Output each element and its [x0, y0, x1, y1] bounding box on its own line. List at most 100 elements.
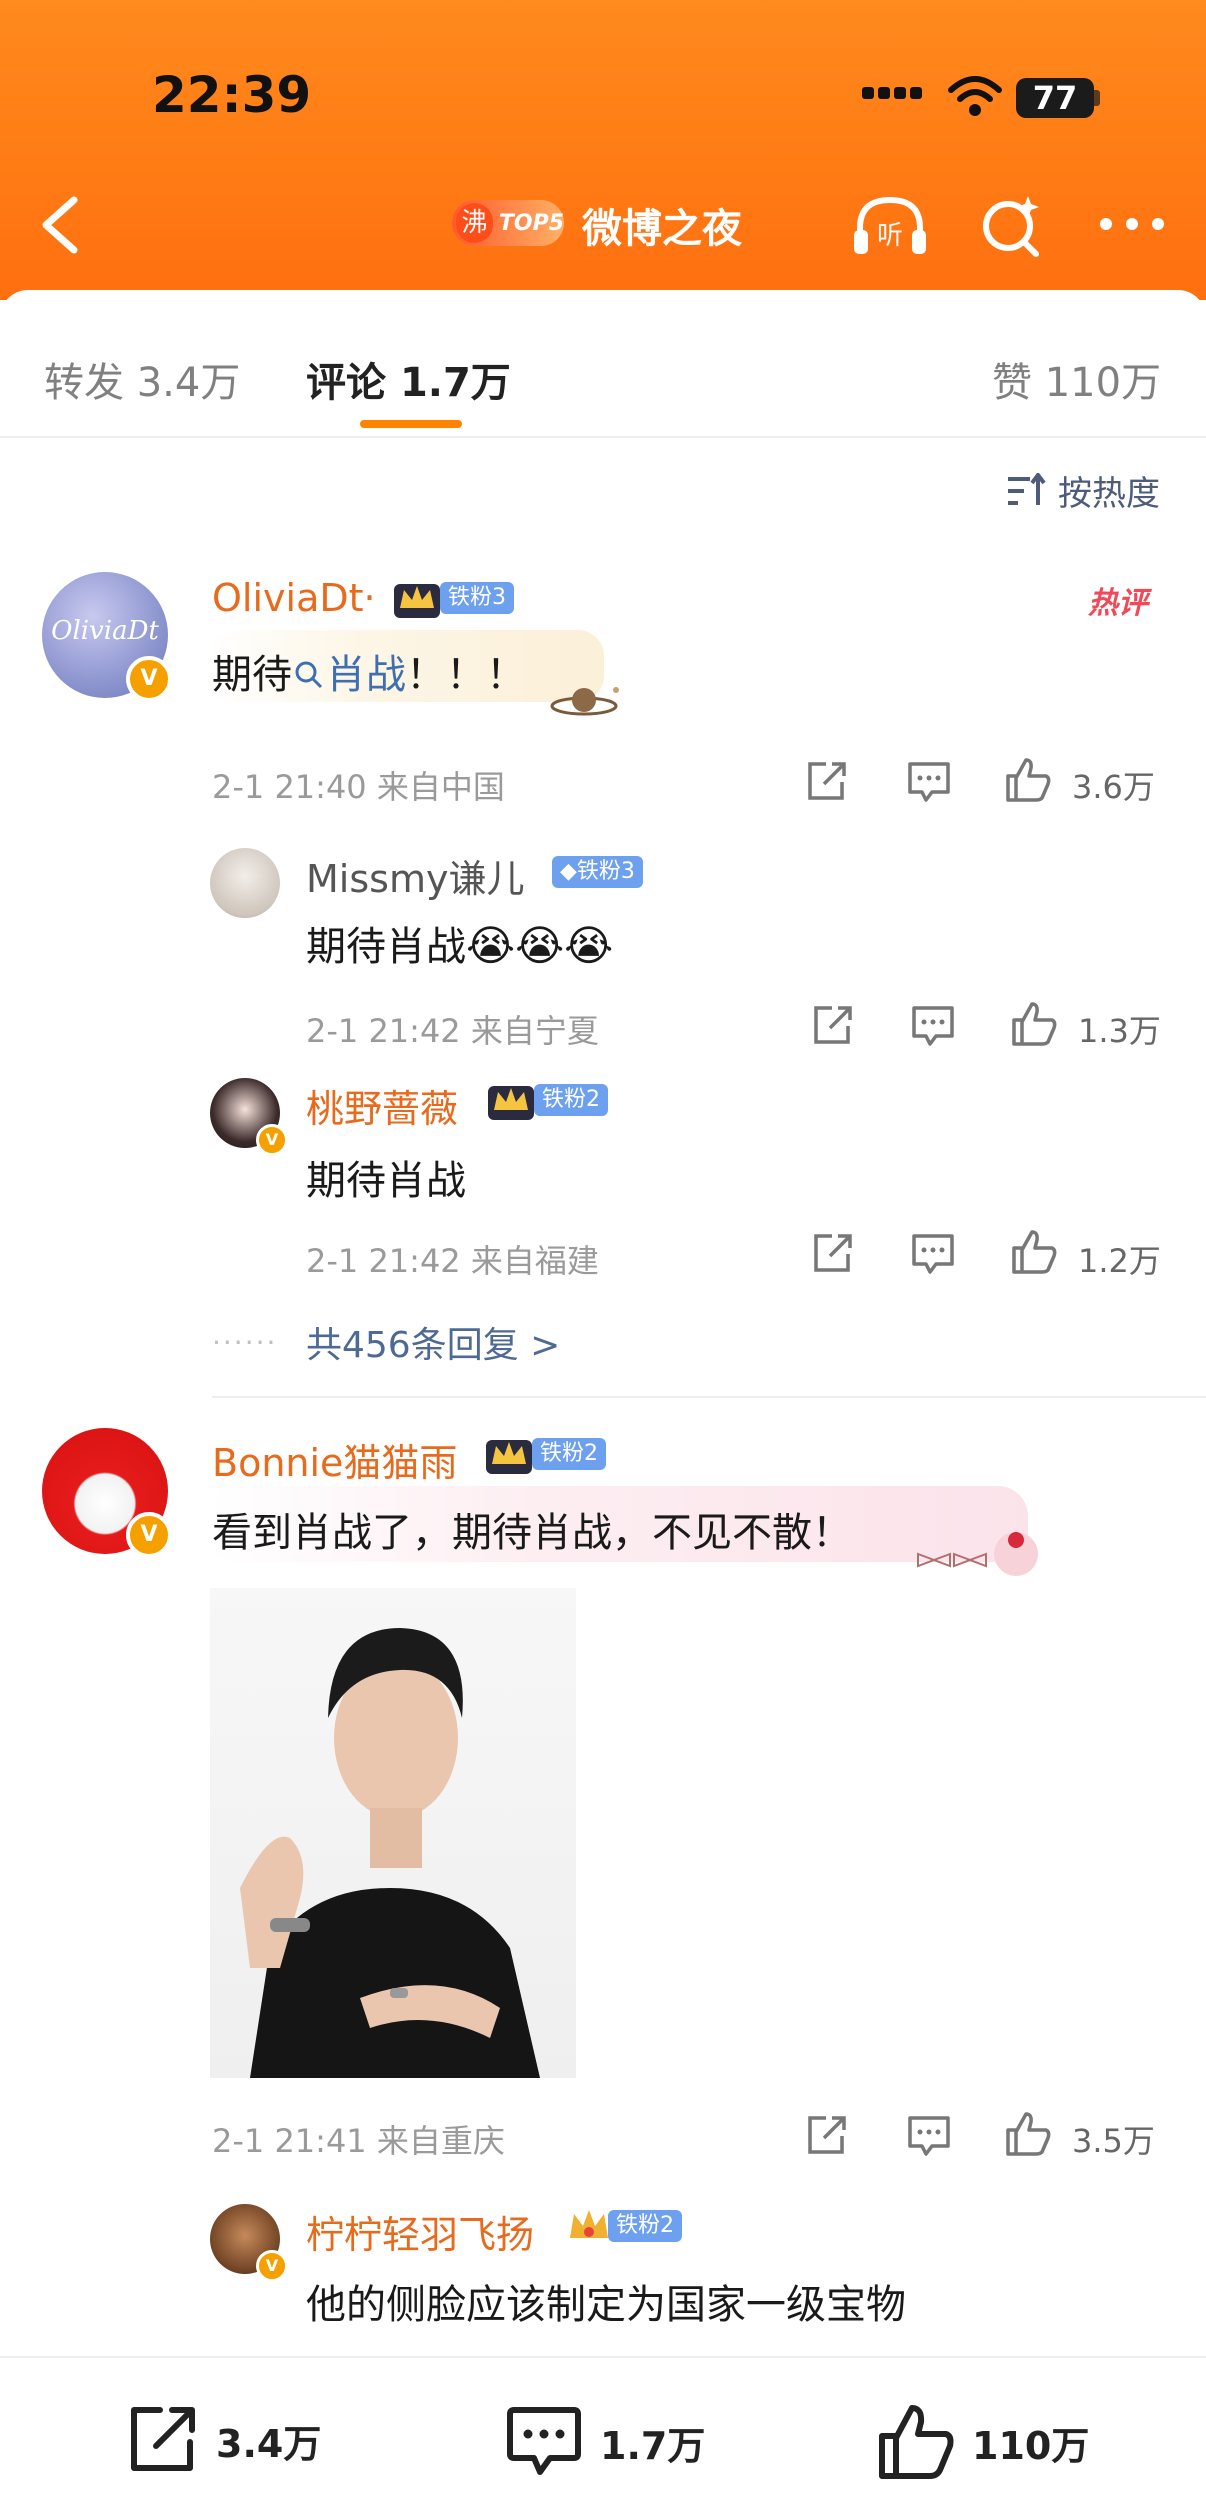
share-icon[interactable]: [804, 760, 848, 804]
view-all-replies-link[interactable]: 共456条回复 >: [306, 1316, 560, 1368]
bottom-like-button[interactable]: 110万: [876, 2402, 1089, 2482]
tab-bar: 转发 3.4万 评论 1.7万 赞 110万: [0, 330, 1206, 440]
fan-badge: 铁粉2: [532, 1438, 606, 1470]
comment-icon[interactable]: [906, 2114, 952, 2158]
reply-text: 期待肖战😭😭😭: [306, 914, 613, 972]
svg-text:听: 听: [877, 221, 903, 251]
comment-username[interactable]: Bonnie猫猫雨: [212, 1432, 457, 1487]
share-icon[interactable]: [810, 1004, 854, 1048]
share-icon[interactable]: [804, 2114, 848, 2158]
verified-badge-icon: V: [126, 1512, 172, 1558]
like-count: 1.2万: [1078, 1242, 1161, 1280]
listen-icon[interactable]: 听: [848, 192, 932, 262]
tab-comments[interactable]: 评论 1.7万: [306, 350, 511, 408]
like-icon[interactable]: [1004, 756, 1052, 804]
reply-fan-badge: ◆铁粉3: [552, 856, 643, 888]
verified-badge-icon: V: [256, 1124, 288, 1156]
content-card-edge: [0, 290, 1206, 330]
hot-rank-label: TOP5: [498, 210, 564, 236]
comment-divider: [212, 1396, 1206, 1398]
comment-username[interactable]: OliviaDt·: [212, 576, 376, 620]
sort-by-hot-button[interactable]: 按热度: [1006, 466, 1160, 515]
top-header: 22:39 77 沸 TOP5 微博之夜 听: [0, 0, 1206, 300]
reply-username[interactable]: Missmy谦儿: [306, 848, 524, 903]
wifi-icon: [948, 76, 1002, 116]
reply-time: 2-1 21:42: [306, 1242, 461, 1280]
bottom-repost-count: 3.4万: [216, 2421, 322, 2466]
like-count: 3.5万: [1072, 2122, 1155, 2160]
bottom-comment-button[interactable]: 1.7万: [504, 2402, 705, 2482]
reply-emoji: 😭😭😭: [466, 921, 614, 970]
crown-icon: [394, 584, 440, 618]
comment-meta: 2-1 21:41 来自重庆: [212, 2116, 505, 2162]
tab-likes-label: 赞: [992, 360, 1032, 406]
tab-likes[interactable]: 赞 110万: [992, 350, 1161, 408]
comment-icon[interactable]: [910, 1232, 956, 1276]
comment-icon[interactable]: [906, 760, 952, 804]
comment-location: 来自重庆: [376, 2122, 505, 2160]
tab-repost-count: 3.4万: [136, 360, 241, 406]
topic-title[interactable]: 微博之夜: [582, 196, 742, 254]
reply-avatar[interactable]: [210, 848, 280, 918]
bottom-comment-count: 1.7万: [600, 2423, 706, 2468]
tab-repost-label: 转发: [44, 360, 124, 406]
more-icon[interactable]: [1092, 192, 1172, 262]
search-link-icon: [295, 661, 323, 689]
hot-comment-tag: 热评: [1088, 586, 1148, 621]
reply-location: 来自宁夏: [470, 1012, 599, 1050]
back-icon[interactable]: [30, 190, 90, 260]
bottom-like-count: 110万: [972, 2423, 1090, 2468]
comment-time: 2-1 21:41: [212, 2122, 367, 2160]
crown-icon: [486, 1440, 532, 1474]
reply-meta: 2-1 21:42 来自福建: [306, 1236, 599, 1282]
like-icon[interactable]: [1010, 1228, 1058, 1276]
like-icon[interactable]: [1004, 2110, 1052, 2158]
bottom-repost-button[interactable]: 3.4万: [124, 2402, 321, 2478]
comment-icon[interactable]: [910, 1004, 956, 1048]
reply-dots: ······: [212, 1326, 278, 1359]
comment-bubble-icon: [507, 2407, 581, 2475]
search-icon[interactable]: [978, 192, 1048, 262]
comment-location: 来自中国: [376, 768, 505, 806]
fan-badge: 铁粉3: [440, 582, 514, 614]
tab-comments-count: 1.7万: [399, 360, 511, 406]
like-count: 1.3万: [1078, 1012, 1161, 1050]
reply-time: 2-1 21:42: [306, 1012, 461, 1050]
tab-comments-label: 评论: [306, 360, 386, 406]
topic-search-link[interactable]: 肖战: [292, 652, 406, 698]
repost-icon: [131, 2407, 195, 2471]
sort-icon: [1008, 472, 1046, 505]
comment-meta: 2-1 21:40 来自中国: [212, 762, 505, 808]
sort-label: 按热度: [1058, 474, 1160, 514]
reply-fan-badge-label: 铁粉3: [576, 859, 635, 884]
tab-repost[interactable]: 转发 3.4万: [44, 350, 240, 408]
tab-active-indicator: [360, 420, 462, 428]
comment-image[interactable]: [210, 1588, 576, 2078]
bottom-action-bar: 3.4万 1.7万 110万: [0, 2356, 1206, 2505]
avatar-text: OliviaDt: [51, 616, 159, 646]
battery-indicator: 77: [1016, 78, 1094, 118]
cake-sticker-icon: [917, 1532, 1038, 1576]
reply-location: 来自福建: [470, 1242, 599, 1280]
verified-badge-icon: V: [126, 656, 172, 702]
reply-text: 期待肖战: [306, 1158, 466, 1204]
comment-text: 看到肖战了，期待肖战，不见不散！: [212, 1510, 852, 1556]
hot-rank-badge[interactable]: 沸 TOP5: [452, 200, 564, 246]
crown-icon: [570, 2210, 608, 2238]
battery-tip: [1094, 90, 1100, 106]
crown-icon: [488, 1086, 534, 1120]
cellular-signal-icon: [862, 84, 926, 103]
reply-username[interactable]: 柠柠轻羽飞扬: [306, 2204, 534, 2259]
comment-text-suffix: ！！！: [406, 652, 526, 698]
comment-text: 期待 肖战！！！: [212, 642, 526, 700]
hot-rank-char: 沸: [456, 203, 493, 243]
reply-meta: 2-1 21:42 来自宁夏: [306, 1006, 599, 1052]
comment-text-prefix: 期待: [212, 652, 292, 698]
reply-username[interactable]: 桃野蔷薇: [306, 1078, 458, 1133]
like-icon[interactable]: [1010, 1000, 1058, 1048]
reply-text-body: 期待肖战: [306, 924, 466, 970]
share-icon[interactable]: [810, 1232, 854, 1276]
tabs-divider: [0, 436, 1206, 438]
reply-fan-badge: 铁粉2: [534, 1084, 608, 1116]
topic-search-link-text: 肖战: [326, 652, 406, 698]
